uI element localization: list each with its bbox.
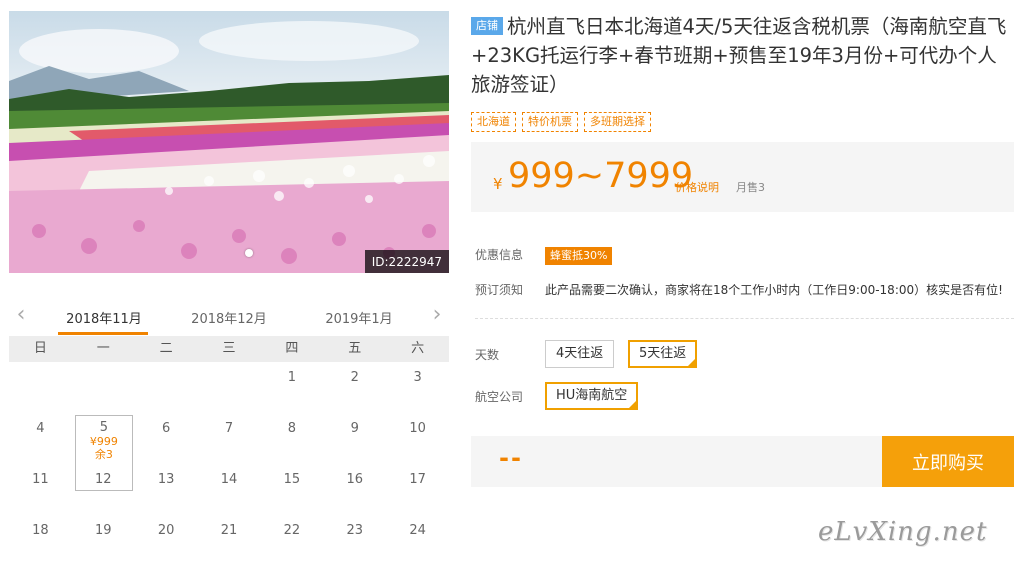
calendar-day[interactable]: 24 bbox=[386, 515, 449, 566]
buy-now-button[interactable]: 立即购买 bbox=[882, 436, 1014, 487]
calendar-day[interactable]: 17 bbox=[386, 464, 449, 515]
tab-month-1[interactable]: 2018年11月 bbox=[59, 308, 149, 327]
calendar-day-empty bbox=[135, 362, 198, 413]
days-label: 天数 bbox=[475, 348, 500, 362]
calendar-day[interactable]: 3 bbox=[386, 362, 449, 413]
calendar-grid: 1 2 3 4 5 ¥999 余3 6 7 8 9 10 11 12 13 14… bbox=[9, 362, 449, 566]
calendar-day-selected[interactable]: 5 ¥999 余3 bbox=[72, 413, 135, 491]
calendar-day[interactable]: 15 bbox=[260, 464, 323, 515]
gallery-pager-dot[interactable] bbox=[245, 249, 253, 257]
selected-day-number: 5 bbox=[99, 420, 108, 435]
calendar-day[interactable]: 11 bbox=[9, 464, 72, 515]
calendar-day[interactable]: 13 bbox=[135, 464, 198, 515]
tag-item[interactable]: 多班期选择 bbox=[584, 112, 651, 132]
active-month-indicator bbox=[58, 332, 148, 335]
product-gallery[interactable]: ID:2222947 bbox=[9, 11, 449, 273]
calendar-day[interactable]: 10 bbox=[386, 413, 449, 464]
tag-item[interactable]: 北海道 bbox=[471, 112, 516, 132]
calendar-day[interactable]: 20 bbox=[135, 515, 198, 566]
tab-month-3[interactable]: 2019年1月 bbox=[314, 308, 404, 327]
calendar-day[interactable]: 19 bbox=[72, 515, 135, 566]
chevron-left-icon[interactable]: ‹ bbox=[11, 304, 31, 326]
calendar-day[interactable]: 23 bbox=[323, 515, 386, 566]
calendar-week-row: 11 12 13 14 15 16 17 bbox=[9, 464, 449, 515]
calendar-day[interactable]: 12 bbox=[72, 464, 135, 515]
calendar-day[interactable]: 9 bbox=[323, 413, 386, 464]
calendar-week-row: 4 5 ¥999 余3 6 7 8 9 10 bbox=[9, 413, 449, 491]
price-currency: ¥ bbox=[493, 175, 503, 193]
calendar-day-empty bbox=[198, 362, 261, 413]
notice-text: 此产品需要二次确认，商家将在18个工作小时内（工作日9:00-18:00）核实是… bbox=[545, 283, 1003, 297]
days-option-5[interactable]: 5天往返 bbox=[628, 340, 698, 368]
price-note-link[interactable]: 价格说明 bbox=[675, 179, 719, 195]
calendar-day[interactable]: 6 bbox=[135, 413, 198, 464]
notice-label: 预订须知 bbox=[475, 283, 524, 297]
calendar-day-empty bbox=[9, 362, 72, 413]
shop-badge: 店铺 bbox=[471, 17, 503, 35]
calendar-month-nav: ‹ 2018年11月 2018年12月 2019年1月 › bbox=[9, 300, 449, 336]
weekday-label: 二 bbox=[159, 341, 173, 356]
weekday-label: 三 bbox=[222, 341, 236, 356]
days-option-4[interactable]: 4天往返 bbox=[545, 340, 615, 368]
monthly-sales: 月售3 bbox=[736, 181, 765, 194]
price-value: 999~7999 bbox=[508, 156, 694, 196]
product-title-text: 杭州直飞日本北海道4天/5天往返含税机票（海南航空直飞+23KG托运行李+春节班… bbox=[471, 15, 1007, 96]
calendar-week-row: 18 19 20 21 22 23 24 bbox=[9, 515, 449, 566]
calendar-day[interactable]: 14 bbox=[198, 464, 261, 515]
weekday-label: 四 bbox=[285, 341, 299, 356]
promo-label: 优惠信息 bbox=[475, 248, 524, 262]
airline-option-hu[interactable]: HU海南航空 bbox=[545, 382, 639, 410]
weekday-label: 五 bbox=[348, 341, 362, 356]
airline-label: 航空公司 bbox=[475, 390, 524, 404]
chevron-right-icon[interactable]: › bbox=[427, 304, 447, 326]
price-box: ¥ 999~7999 价格说明 月售3 bbox=[471, 142, 1014, 212]
site-watermark: eLvXing.net bbox=[818, 517, 988, 547]
divider bbox=[475, 318, 1014, 319]
tab-month-2[interactable]: 2018年12月 bbox=[184, 308, 274, 327]
calendar-day[interactable]: 22 bbox=[260, 515, 323, 566]
selected-day-remain: 余3 bbox=[94, 448, 113, 461]
days-option-row: 天数 4天往返 5天往返 bbox=[475, 340, 775, 368]
weekday-label: 六 bbox=[411, 341, 425, 356]
calendar-day[interactable]: 16 bbox=[323, 464, 386, 515]
calendar-day[interactable]: 1 bbox=[260, 362, 323, 413]
product-tags: 北海道 特价机票 多班期选择 bbox=[471, 112, 651, 132]
calendar-day[interactable]: 18 bbox=[9, 515, 72, 566]
gallery-id-label: ID:2222947 bbox=[364, 250, 449, 273]
calendar-day[interactable]: 2 bbox=[323, 362, 386, 413]
calendar-weekday-header: 日 一 二 三 四 五 六 bbox=[9, 336, 449, 362]
weekday-label: 一 bbox=[96, 341, 110, 356]
product-title: 店铺 杭州直飞日本北海道4天/5天往返含税机票（海南航空直飞+23KG托运行李+春… bbox=[471, 12, 1016, 99]
calendar-day[interactable]: 7 bbox=[198, 413, 261, 464]
calendar-week-row: 1 2 3 bbox=[9, 362, 449, 413]
calendar-day[interactable]: 8 bbox=[260, 413, 323, 464]
promo-badge: 蜂蜜抵30% bbox=[545, 247, 613, 265]
buy-bar: -- 立即购买 bbox=[471, 436, 1014, 487]
tag-item[interactable]: 特价机票 bbox=[522, 112, 578, 132]
flower-field-image bbox=[9, 11, 449, 273]
promo-info-row: 优惠信息 蜂蜜抵30% bbox=[475, 246, 613, 265]
weekday-label: 日 bbox=[33, 341, 47, 356]
airline-option-row: 航空公司 HU海南航空 bbox=[475, 382, 775, 410]
calendar-day[interactable]: 21 bbox=[198, 515, 261, 566]
calendar-day[interactable]: 4 bbox=[9, 413, 72, 464]
total-price: -- bbox=[499, 444, 523, 472]
calendar-day-empty bbox=[72, 362, 135, 413]
selected-day-price: ¥999 bbox=[89, 435, 118, 448]
notice-row: 预订须知 此产品需要二次确认，商家将在18个工作小时内（工作日9:00-18:00… bbox=[475, 281, 1003, 298]
